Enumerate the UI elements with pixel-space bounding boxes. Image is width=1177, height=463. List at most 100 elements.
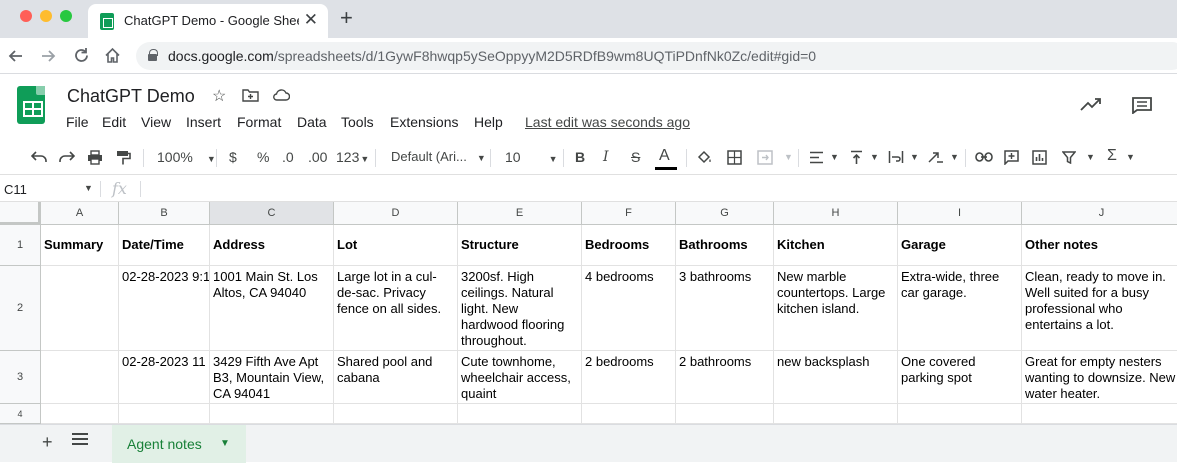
cell-d2[interactable]: Large lot in a cul-de-sac. Privacy fence…: [334, 266, 458, 351]
cell-e1[interactable]: Structure: [458, 225, 582, 266]
cell-b2[interactable]: 02-28-2023 9:1: [119, 266, 210, 351]
cell-h3[interactable]: new backsplash: [774, 351, 898, 404]
cell-b4[interactable]: [119, 404, 210, 424]
menu-data[interactable]: Data: [297, 114, 327, 130]
comments-icon[interactable]: [1131, 96, 1153, 114]
column-header-b[interactable]: B: [119, 202, 210, 225]
add-sheet-icon[interactable]: +: [42, 432, 53, 453]
row-header-1[interactable]: 1: [0, 225, 41, 266]
paint-format-icon[interactable]: [116, 150, 131, 166]
increase-decimal-button[interactable]: .00: [308, 149, 327, 165]
menu-help[interactable]: Help: [474, 114, 503, 130]
italic-button[interactable]: I: [603, 149, 609, 165]
menu-extensions[interactable]: Extensions: [390, 114, 458, 130]
cell-g1[interactable]: Bathrooms: [676, 225, 774, 266]
cell-d1[interactable]: Lot: [334, 225, 458, 266]
cell-i1[interactable]: Garage: [898, 225, 1022, 266]
sheet-tab-agent-notes[interactable]: Agent notes ▼: [112, 425, 246, 463]
cell-j2[interactable]: Clean, ready to move in. Well suited for…: [1022, 266, 1177, 351]
text-wrapping-icon[interactable]: [888, 150, 904, 164]
cell-g3[interactable]: 2 bathrooms: [676, 351, 774, 404]
font-size-select[interactable]: 10 ▼: [505, 149, 558, 165]
fill-color-icon[interactable]: [697, 150, 713, 165]
cell-b3[interactable]: 02-28-2023 11: [119, 351, 210, 404]
back-arrow-icon[interactable]: [8, 48, 24, 64]
cell-c2[interactable]: 1001 Main St. Los Altos, CA 94040: [210, 266, 334, 351]
cell-c1[interactable]: Address: [210, 225, 334, 266]
column-header-f[interactable]: F: [582, 202, 676, 225]
column-header-a[interactable]: A: [41, 202, 119, 225]
borders-icon[interactable]: [727, 150, 742, 165]
column-header-c[interactable]: C: [210, 202, 334, 225]
activity-trend-icon[interactable]: [1080, 96, 1102, 112]
cell-c4[interactable]: [210, 404, 334, 424]
row-header-2[interactable]: 2: [0, 266, 41, 351]
cell-a2[interactable]: [41, 266, 119, 351]
column-header-j[interactable]: J: [1022, 202, 1177, 225]
cell-j3[interactable]: Great for empty nesters wanting to downs…: [1022, 351, 1177, 404]
cell-e3[interactable]: Cute townhome, wheelchair access, quaint: [458, 351, 582, 404]
column-header-g[interactable]: G: [676, 202, 774, 225]
cloud-status-icon[interactable]: [272, 88, 290, 102]
last-edit-link[interactable]: Last edit was seconds ago: [525, 114, 690, 130]
spreadsheet-grid[interactable]: A B C D E F G H I J 1 2 3 4 Summary Date…: [0, 202, 1177, 424]
cell-b1[interactable]: Date/Time: [119, 225, 210, 266]
text-rotation-icon[interactable]: [927, 150, 944, 164]
cell-f3[interactable]: 2 bedrooms: [582, 351, 676, 404]
name-box[interactable]: C11: [4, 182, 27, 197]
cell-a1[interactable]: Summary: [41, 225, 119, 266]
home-icon[interactable]: [104, 47, 121, 64]
cell-h4[interactable]: [774, 404, 898, 424]
text-color-button[interactable]: A: [659, 147, 670, 165]
menu-edit[interactable]: Edit: [102, 114, 126, 130]
format-percent-button[interactable]: %: [257, 149, 269, 165]
bold-button[interactable]: B: [575, 149, 585, 165]
redo-icon[interactable]: [59, 151, 75, 163]
cell-g2[interactable]: 3 bathrooms: [676, 266, 774, 351]
cell-d4[interactable]: [334, 404, 458, 424]
format-currency-button[interactable]: $: [229, 149, 237, 165]
cell-i4[interactable]: [898, 404, 1022, 424]
functions-icon[interactable]: Σ: [1107, 147, 1117, 165]
more-formats-select[interactable]: 123▼: [336, 149, 369, 165]
strikethrough-button[interactable]: S: [631, 149, 640, 165]
menu-view[interactable]: View: [141, 114, 171, 130]
column-header-h[interactable]: H: [774, 202, 898, 225]
cell-e4[interactable]: [458, 404, 582, 424]
minimize-window-button[interactable]: [40, 10, 52, 22]
cell-a3[interactable]: [41, 351, 119, 404]
row-header-4[interactable]: 4: [0, 404, 41, 424]
cell-f2[interactable]: 4 bedrooms: [582, 266, 676, 351]
menu-insert[interactable]: Insert: [186, 114, 221, 130]
undo-icon[interactable]: [31, 151, 47, 163]
cell-e2[interactable]: 3200sf. High ceilings. Natural light. Ne…: [458, 266, 582, 351]
cell-c3[interactable]: 3429 Fifth Ave Apt B3, Mountain View, CA…: [210, 351, 334, 404]
select-all-corner[interactable]: [0, 202, 41, 225]
maximize-window-button[interactable]: [60, 10, 72, 22]
zoom-select[interactable]: 100% ▼: [157, 149, 216, 165]
cell-a4[interactable]: [41, 404, 119, 424]
column-header-i[interactable]: I: [898, 202, 1022, 225]
sheet-tab-menu-icon[interactable]: ▼: [220, 438, 230, 449]
cell-f4[interactable]: [582, 404, 676, 424]
print-icon[interactable]: [87, 150, 103, 165]
browser-tab-active[interactable]: ChatGPT Demo - Google Sheets ✕: [88, 4, 328, 38]
row-header-3[interactable]: 3: [0, 351, 41, 404]
cell-h1[interactable]: Kitchen: [774, 225, 898, 266]
menu-tools[interactable]: Tools: [341, 114, 374, 130]
reload-icon[interactable]: [73, 47, 90, 64]
menu-file[interactable]: File: [66, 114, 89, 130]
horizontal-align-icon[interactable]: [809, 151, 824, 164]
menu-format[interactable]: Format: [237, 114, 281, 130]
cell-f1[interactable]: Bedrooms: [582, 225, 676, 266]
close-tab-icon[interactable]: ✕: [304, 10, 318, 30]
font-family-select[interactable]: Default (Ari... ▼: [391, 149, 486, 164]
new-tab-icon[interactable]: +: [340, 5, 353, 31]
cell-g4[interactable]: [676, 404, 774, 424]
insert-comment-icon[interactable]: [1004, 150, 1019, 165]
filter-icon[interactable]: [1062, 151, 1076, 164]
column-header-d[interactable]: D: [334, 202, 458, 225]
name-box-caret-icon[interactable]: ▼: [84, 183, 93, 193]
document-title[interactable]: ChatGPT Demo: [67, 86, 195, 107]
cell-d3[interactable]: Shared pool and cabana: [334, 351, 458, 404]
